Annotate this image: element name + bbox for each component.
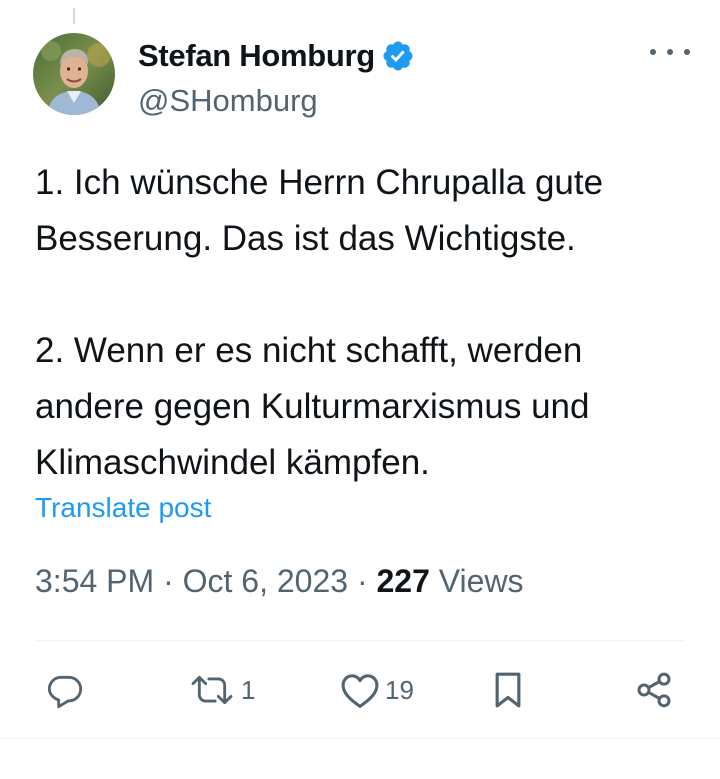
bookmark-button[interactable] bbox=[490, 665, 526, 715]
tweet-paragraph: 2. Wenn er es nicht schafft, werden ande… bbox=[35, 331, 590, 482]
more-dot bbox=[667, 49, 673, 55]
repost-count: 1 bbox=[241, 674, 256, 705]
tweet-meta: 3:54 PM · Oct 6, 2023 · 227 Views bbox=[35, 563, 524, 600]
bookmark-icon bbox=[495, 672, 521, 708]
reply-icon bbox=[47, 675, 83, 709]
share-button[interactable] bbox=[634, 665, 674, 715]
heart-icon bbox=[341, 674, 379, 708]
action-bar: 1 19 bbox=[0, 665, 720, 715]
views-count: 227 bbox=[376, 563, 430, 599]
verified-badge-icon[interactable] bbox=[381, 39, 415, 73]
thread-connector-line bbox=[73, 8, 75, 24]
meta-separator: · bbox=[348, 563, 377, 599]
share-icon bbox=[637, 672, 671, 708]
author-name-row[interactable]: Stefan Homburg bbox=[138, 36, 415, 76]
divider bbox=[35, 640, 685, 641]
bottom-divider bbox=[0, 738, 720, 739]
repost-button[interactable]: 1 bbox=[187, 665, 255, 715]
tweet-paragraph: 1. Ich wünsche Herrn Chrupalla gute Bess… bbox=[35, 163, 604, 258]
avatar-image bbox=[33, 33, 115, 115]
more-dot bbox=[684, 49, 690, 55]
author-display-name[interactable]: Stefan Homburg bbox=[138, 38, 375, 74]
translate-post-link[interactable]: Translate post bbox=[35, 492, 211, 524]
tweet-date[interactable]: Oct 6, 2023 bbox=[183, 563, 348, 599]
avatar[interactable] bbox=[33, 33, 115, 115]
repost-icon bbox=[191, 675, 233, 705]
tweet-time[interactable]: 3:54 PM bbox=[35, 563, 154, 599]
like-button[interactable]: 19 bbox=[339, 665, 414, 715]
more-options-icon[interactable] bbox=[650, 40, 690, 64]
reply-button[interactable] bbox=[46, 665, 88, 715]
like-count: 19 bbox=[385, 674, 414, 705]
views-label: Views bbox=[438, 563, 524, 599]
more-dot bbox=[650, 49, 656, 55]
author-handle[interactable]: @SHomburg bbox=[138, 83, 318, 119]
meta-separator: · bbox=[154, 563, 183, 599]
tweet-text: 1. Ich wünsche Herrn Chrupalla gute Bess… bbox=[35, 155, 695, 491]
